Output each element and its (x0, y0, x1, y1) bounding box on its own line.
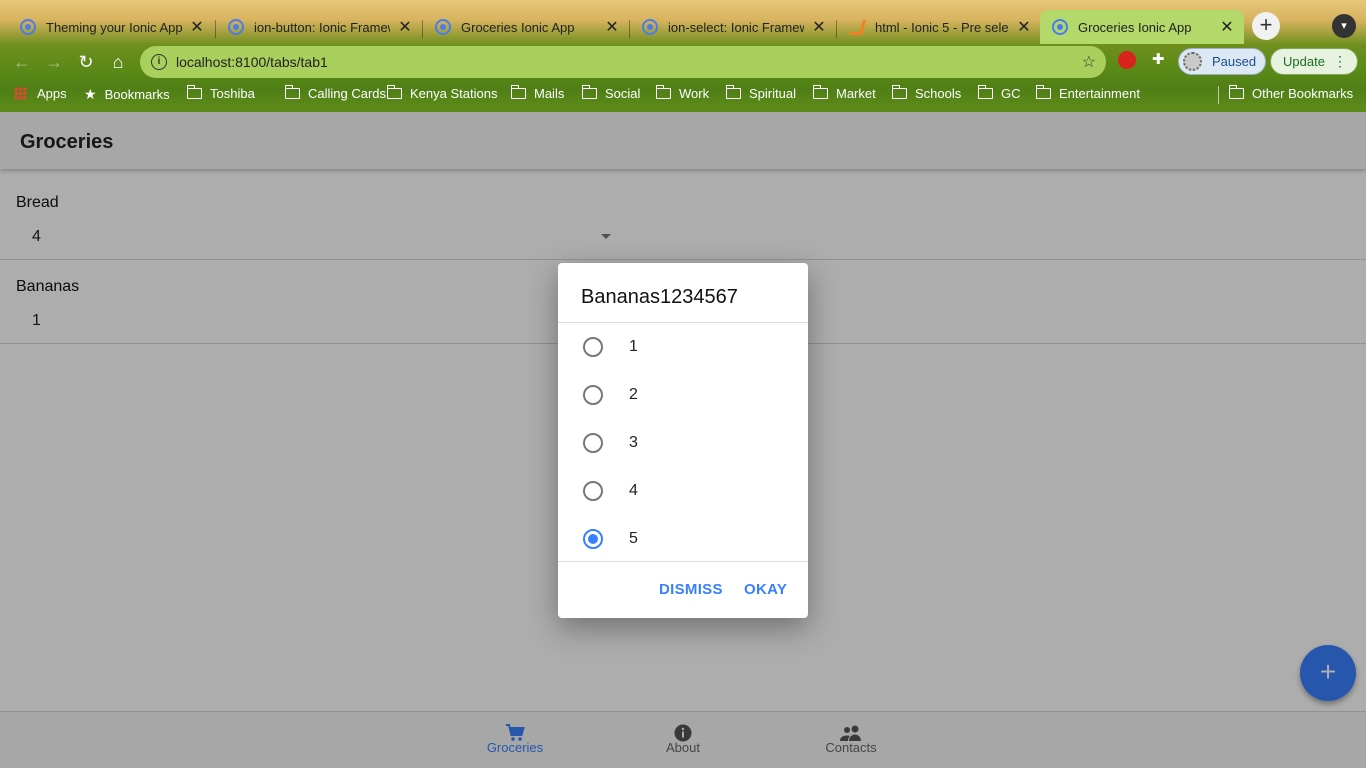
profile-button[interactable]: Paused (1178, 48, 1266, 75)
folder-icon (977, 85, 993, 99)
bookmark-folder[interactable]: Entertainment (1035, 85, 1140, 101)
url-text: localhost:8100/tabs/tab1 (176, 54, 328, 70)
close-icon[interactable]: ✕ (1218, 17, 1236, 37)
bookmark-folder[interactable]: GC (977, 85, 1021, 101)
bookmarks-divider (1218, 86, 1219, 104)
star-icon: ★ (84, 86, 97, 102)
option-label: 4 (629, 482, 638, 499)
bookmark-folder[interactable]: Social (581, 85, 640, 101)
avatar (1183, 52, 1202, 71)
browser-chrome: Theming your Ionic App ✕ ion-button: Ion… (0, 0, 1366, 112)
update-label: Update (1283, 54, 1325, 69)
browser-tab[interactable]: Groceries Ionic App ✕ (423, 10, 629, 44)
ionic-favicon-icon (228, 19, 244, 35)
folder-icon (891, 85, 907, 99)
browser-tab[interactable]: Theming your Ionic App ✕ (8, 10, 214, 44)
other-bookmarks[interactable]: Other Bookmarks (1228, 85, 1353, 101)
radio-button-checked[interactable] (583, 529, 603, 549)
bookmark-apps[interactable]: Apps (14, 86, 67, 101)
folder-icon (655, 85, 671, 99)
close-icon[interactable]: ✕ (603, 17, 621, 37)
bookmark-bookmarks[interactable]: ★ Bookmarks (84, 86, 170, 103)
browser-tab[interactable]: html - Ionic 5 - Pre selec ✕ (837, 10, 1041, 44)
tab-title: Groceries Ionic App (461, 19, 575, 35)
address-bar[interactable]: i localhost:8100/tabs/tab1 ☆ (140, 46, 1106, 78)
bookmark-folder[interactable]: Calling Cards (284, 85, 386, 101)
reload-icon[interactable]: ↻ (74, 50, 98, 74)
select-alert-dialog: Bananas1234567 1 2 3 4 5 DISMISS OKAY (558, 263, 808, 618)
folder-icon (510, 85, 526, 99)
bookmark-folder[interactable]: Market (812, 85, 876, 101)
radio-option-selected[interactable]: 5 (558, 515, 808, 563)
radio-button[interactable] (583, 385, 603, 405)
ionic-favicon-icon (1052, 19, 1068, 35)
ionic-app: Groceries Bread 4 Bananas 1 + Groceries … (0, 112, 1366, 768)
close-icon[interactable]: ✕ (810, 17, 828, 37)
close-icon[interactable]: ✕ (1015, 17, 1033, 37)
bookmark-star-icon[interactable]: ☆ (1082, 52, 1096, 72)
okay-button[interactable]: OKAY (744, 581, 787, 598)
tab-title: ion-button: Ionic Framew (254, 19, 390, 35)
option-label: 5 (629, 530, 638, 547)
tab-title: ion-select: Ionic Framew (668, 19, 804, 35)
folder-icon (581, 85, 597, 99)
folder-icon (1035, 85, 1051, 99)
home-icon[interactable]: ⌂ (106, 50, 130, 74)
tab-strip: Theming your Ionic App ✕ ion-button: Ion… (0, 8, 1366, 44)
radio-button[interactable] (583, 337, 603, 357)
bookmark-folder[interactable]: Mails (510, 85, 564, 101)
profile-label: Paused (1212, 54, 1257, 69)
dismiss-button[interactable]: DISMISS (659, 581, 723, 598)
radio-option[interactable]: 4 (558, 467, 808, 515)
bookmark-folder[interactable]: Toshiba (186, 85, 255, 101)
folder-icon (1228, 85, 1244, 99)
apps-grid-icon (14, 87, 27, 100)
close-icon[interactable]: ✕ (396, 17, 414, 37)
option-label: 3 (629, 434, 638, 451)
browser-tab-active[interactable]: Groceries Ionic App ✕ (1040, 10, 1244, 44)
bookmark-folder[interactable]: Spiritual (725, 85, 796, 101)
folder-icon (186, 85, 202, 99)
extensions-puzzle-icon[interactable]: ✚ (1152, 52, 1168, 68)
radio-button[interactable] (583, 481, 603, 501)
browser-tab[interactable]: ion-select: Ionic Framew ✕ (630, 10, 836, 44)
folder-icon (725, 85, 741, 99)
menu-dots-icon: ⋮ (1333, 53, 1347, 69)
dialog-title: Bananas1234567 (581, 286, 738, 308)
bookmark-folder[interactable]: Work (655, 85, 709, 101)
divider (558, 561, 808, 562)
close-icon[interactable]: ✕ (188, 17, 206, 37)
tab-search-button[interactable]: ▾ (1332, 14, 1356, 38)
bookmark-folder[interactable]: Schools (891, 85, 961, 101)
radio-button[interactable] (583, 433, 603, 453)
ionic-favicon-icon (642, 19, 658, 35)
tab-title: html - Ionic 5 - Pre selec (875, 19, 1009, 35)
extension-icon[interactable] (1118, 51, 1136, 69)
back-icon[interactable]: ← (10, 50, 34, 74)
bookmarks-bar: Apps ★ Bookmarks Toshiba Calling Cards Ke… (0, 82, 1366, 108)
ionic-favicon-icon (20, 19, 36, 35)
tab-title: Groceries Ionic App (1078, 19, 1192, 35)
ionic-favicon-icon (435, 19, 451, 35)
folder-icon (386, 85, 402, 99)
radio-option[interactable]: 3 (558, 419, 808, 467)
radio-option[interactable]: 1 (558, 323, 808, 371)
tab-title: Theming your Ionic App (46, 19, 182, 35)
option-label: 2 (629, 386, 638, 403)
option-label: 1 (629, 338, 638, 355)
bookmark-folder[interactable]: Kenya Stations (386, 85, 497, 101)
stackoverflow-favicon-icon (849, 19, 865, 35)
update-button[interactable]: Update ⋮ (1270, 48, 1358, 75)
site-info-icon[interactable]: i (151, 54, 167, 70)
folder-icon (812, 85, 828, 99)
browser-tab[interactable]: ion-button: Ionic Framew ✕ (216, 10, 422, 44)
radio-option[interactable]: 2 (558, 371, 808, 419)
folder-icon (284, 85, 300, 99)
new-tab-button[interactable]: + (1252, 12, 1280, 40)
forward-icon[interactable]: → (42, 50, 66, 74)
